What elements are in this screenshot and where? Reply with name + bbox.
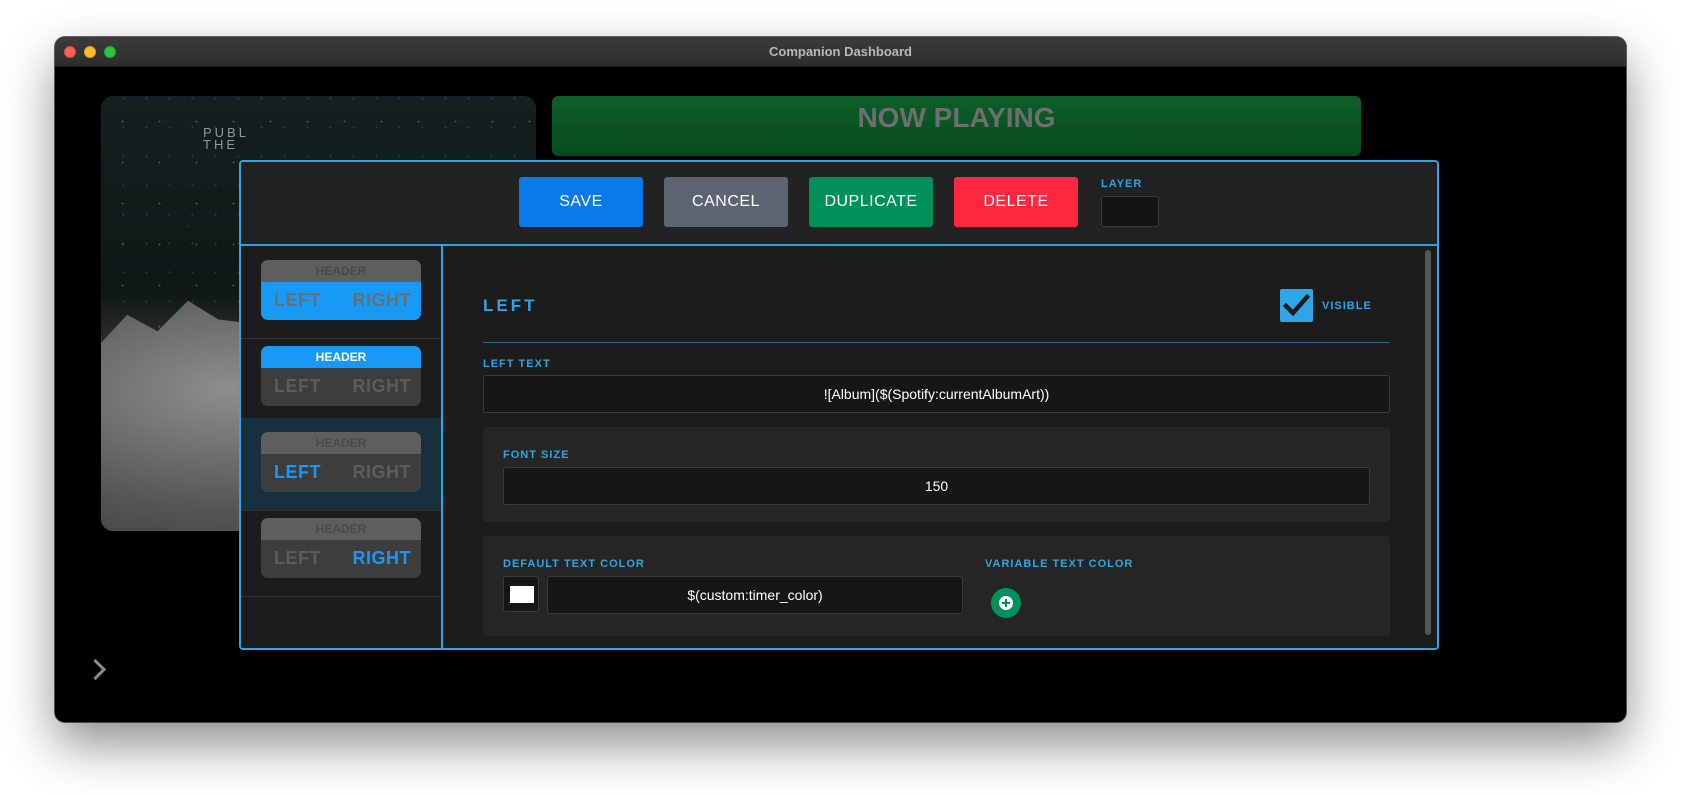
preview-left: LEFT xyxy=(274,290,321,310)
layer-input[interactable] xyxy=(1101,196,1159,227)
properties-panel: LEFT VISIBLE LEFT TEXT ![Album]($(Spotif… xyxy=(443,246,1437,648)
now-playing-text: NOW PLAYING xyxy=(857,102,1056,133)
preview-right: RIGHT xyxy=(352,376,411,396)
layout-preview: HEADER LEFT RIGHT xyxy=(261,518,421,578)
title-bar: Companion Dashboard xyxy=(55,37,1626,67)
cancel-button[interactable]: CANCEL xyxy=(664,177,788,227)
visible-label: VISIBLE xyxy=(1322,300,1372,312)
color-swatch-fill xyxy=(510,586,534,603)
section-title: LEFT xyxy=(483,296,538,315)
preview-right: RIGHT xyxy=(352,548,411,568)
duplicate-button[interactable]: DUPLICATE xyxy=(809,177,933,227)
preview-right: RIGHT xyxy=(352,290,411,310)
save-button[interactable]: SAVE xyxy=(519,177,643,227)
delete-button[interactable]: DELETE xyxy=(954,177,1078,227)
edit-widget-modal: SAVE CANCEL DUPLICATE DELETE LAYER HEADE… xyxy=(239,160,1439,650)
variable-text-color-label: VARIABLE TEXT COLOR xyxy=(985,558,1134,570)
preview-header: HEADER xyxy=(261,346,421,368)
album-art-text: PUBL THE xyxy=(203,126,249,152)
left-text-input[interactable]: ![Album]($(Spotify:currentAlbumArt)) xyxy=(483,375,1390,413)
font-size-input[interactable]: 150 xyxy=(503,467,1370,505)
preview-body: LEFT RIGHT xyxy=(261,454,421,492)
left-text-label: LEFT TEXT xyxy=(483,358,551,370)
preview-body: LEFT RIGHT xyxy=(261,282,421,320)
chevron-right-icon[interactable] xyxy=(84,658,107,681)
layout-item-body[interactable]: HEADER LEFT RIGHT xyxy=(241,246,441,339)
layer-label: LAYER xyxy=(1101,178,1143,190)
default-text-color-label: DEFAULT TEXT COLOR xyxy=(503,558,645,570)
preview-header: HEADER xyxy=(261,518,421,540)
layout-item-header[interactable]: HEADER LEFT RIGHT xyxy=(241,332,441,425)
preview-header: HEADER xyxy=(261,432,421,454)
preview-left: LEFT xyxy=(274,376,321,396)
dashboard-canvas: PUBL THE NOW PLAYING SAVE CANCEL DUPLICA… xyxy=(55,67,1626,722)
now-playing-banner: NOW PLAYING xyxy=(552,96,1361,156)
default-text-color-input[interactable]: $(custom:timer_color) xyxy=(547,576,963,614)
layout-preview: HEADER LEFT RIGHT xyxy=(261,432,421,492)
section-divider xyxy=(483,342,1390,343)
layout-preview: HEADER LEFT RIGHT xyxy=(261,346,421,406)
layout-item-right[interactable]: HEADER LEFT RIGHT xyxy=(241,504,441,597)
scrollbar[interactable] xyxy=(1425,250,1431,635)
font-size-label: FONT SIZE xyxy=(503,449,570,461)
checkmark-icon xyxy=(1283,293,1310,317)
font-size-group: FONT SIZE 150 xyxy=(483,427,1390,522)
window-title: Companion Dashboard xyxy=(768,44,912,59)
text-color-group: DEFAULT TEXT COLOR $(custom:timer_color)… xyxy=(483,536,1390,636)
layout-preview: HEADER LEFT RIGHT xyxy=(261,260,421,320)
add-variable-color-button[interactable] xyxy=(991,588,1021,618)
modal-toolbar: SAVE CANCEL DUPLICATE DELETE LAYER xyxy=(241,162,1437,246)
preview-body: LEFT RIGHT xyxy=(261,368,421,406)
preview-body: LEFT RIGHT xyxy=(261,540,421,578)
visible-checkbox[interactable] xyxy=(1280,289,1313,322)
album-text-line2: THE xyxy=(203,137,238,152)
layout-item-left[interactable]: HEADER LEFT RIGHT xyxy=(241,418,441,511)
color-swatch[interactable] xyxy=(503,576,539,612)
preview-left: LEFT xyxy=(274,462,321,482)
preview-left: LEFT xyxy=(274,548,321,568)
layout-list: HEADER LEFT RIGHT HEADER LEFT RIGHT HEAD… xyxy=(241,246,443,648)
preview-right: RIGHT xyxy=(352,462,411,482)
plus-icon xyxy=(999,596,1013,610)
preview-header: HEADER xyxy=(261,260,421,282)
app-window: Companion Dashboard PUBL THE NOW PLAYING… xyxy=(55,37,1626,722)
